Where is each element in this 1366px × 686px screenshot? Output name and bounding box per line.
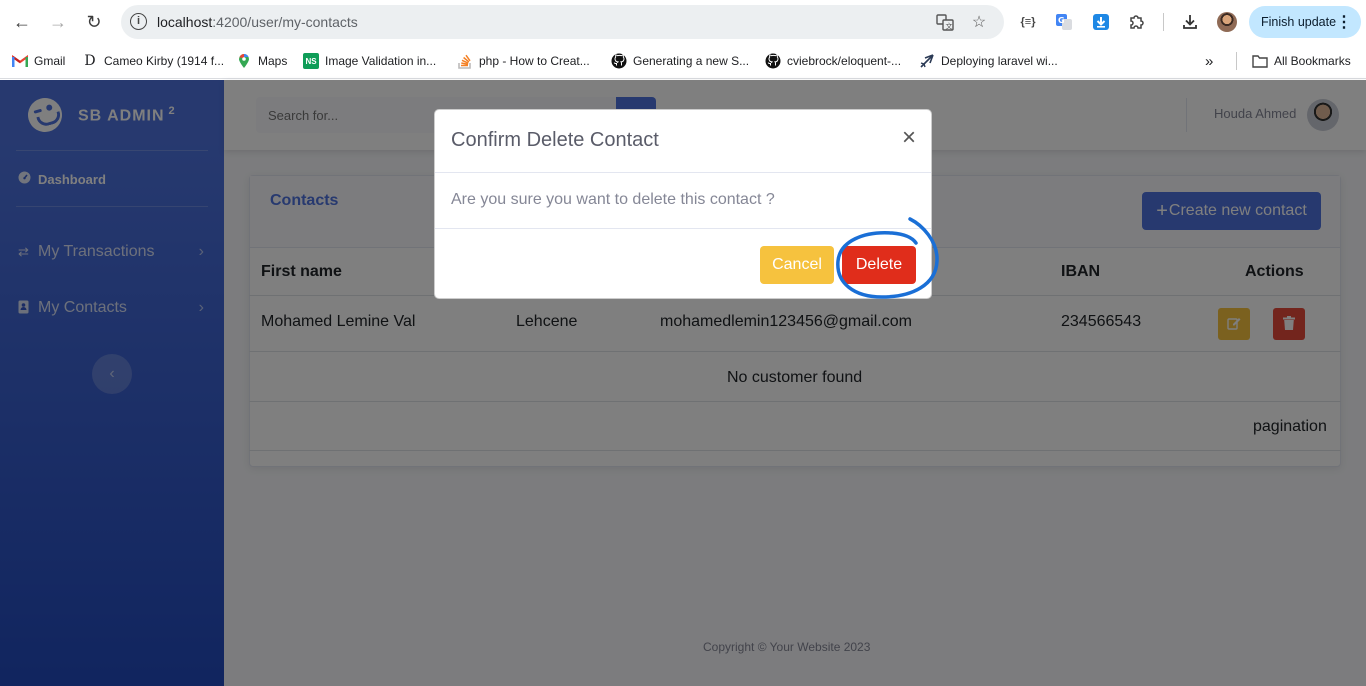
browser-toolbar: ← → ↻ i localhost:4200/user/my-contacts … [0, 0, 1366, 44]
hand-drawn-circle-annotation [836, 217, 939, 299]
site-info-icon[interactable]: i [130, 13, 147, 30]
ns-icon: NS [303, 53, 319, 69]
modal-title: Confirm Delete Contact [451, 129, 659, 151]
bookmark-gmail[interactable]: Gmail [12, 52, 65, 70]
more-bookmarks-icon[interactable]: » [1205, 52, 1213, 70]
modal-header: Confirm Delete Contact × [435, 110, 931, 173]
bookmarks-divider [1236, 52, 1237, 70]
gmail-icon [12, 53, 28, 69]
more-menu-icon: ⋮ [1336, 14, 1352, 31]
folder-icon [1252, 53, 1268, 69]
toolbar-divider [1163, 13, 1164, 31]
translate-icon[interactable]: 文 [935, 12, 955, 32]
deploy-icon [919, 53, 935, 69]
all-bookmarks-folder[interactable]: All Bookmarks [1252, 52, 1351, 70]
bookmark-maps[interactable]: Maps [236, 52, 287, 70]
bookmarks-bar: Gmail D Cameo Kirby (1914 f... Maps NS I… [0, 44, 1366, 79]
svg-text:G: G [1058, 16, 1065, 25]
close-icon[interactable]: × [902, 126, 916, 150]
extensions-puzzle-icon[interactable] [1126, 11, 1148, 33]
bookmark-generating-ssh[interactable]: Generating a new S... [611, 52, 749, 70]
url-text[interactable]: localhost:4200/user/my-contacts [157, 14, 358, 30]
maps-icon [236, 53, 252, 69]
finish-update-button[interactable]: Finish update ⋮ [1249, 6, 1361, 38]
stackoverflow-icon [457, 53, 473, 69]
modal-body-text: Are you sure you want to delete this con… [451, 191, 775, 208]
address-bar[interactable]: i localhost:4200/user/my-contacts 文 ☆ [121, 5, 1004, 39]
cancel-button[interactable]: Cancel [760, 246, 834, 284]
bookmark-image-validation[interactable]: NS Image Validation in... [303, 52, 436, 70]
svg-text:文: 文 [946, 22, 953, 31]
json-extension-icon[interactable]: {≡} [1017, 11, 1039, 33]
google-translate-extension-icon[interactable]: G [1053, 11, 1075, 33]
downloads-icon[interactable] [1179, 11, 1201, 33]
bookmark-php-stackoverflow[interactable]: php - How to Creat... [457, 52, 590, 70]
d-favicon-icon: D [84, 53, 96, 69]
download-manager-extension-icon[interactable] [1090, 11, 1112, 33]
bookmark-cameo-kirby[interactable]: D Cameo Kirby (1914 f... [82, 52, 224, 70]
github-icon [611, 53, 627, 69]
bookmark-star-icon[interactable]: ☆ [969, 12, 989, 32]
browser-profile-avatar[interactable] [1217, 12, 1237, 32]
forward-icon[interactable]: → [45, 9, 71, 35]
github-icon [765, 53, 781, 69]
bookmark-deploying-laravel[interactable]: Deploying laravel wi... [919, 52, 1058, 70]
reload-icon[interactable]: ↻ [81, 9, 107, 35]
back-icon[interactable]: ← [9, 9, 35, 35]
bookmark-cviebrock-eloquent[interactable]: cviebrock/eloquent-... [765, 52, 901, 70]
